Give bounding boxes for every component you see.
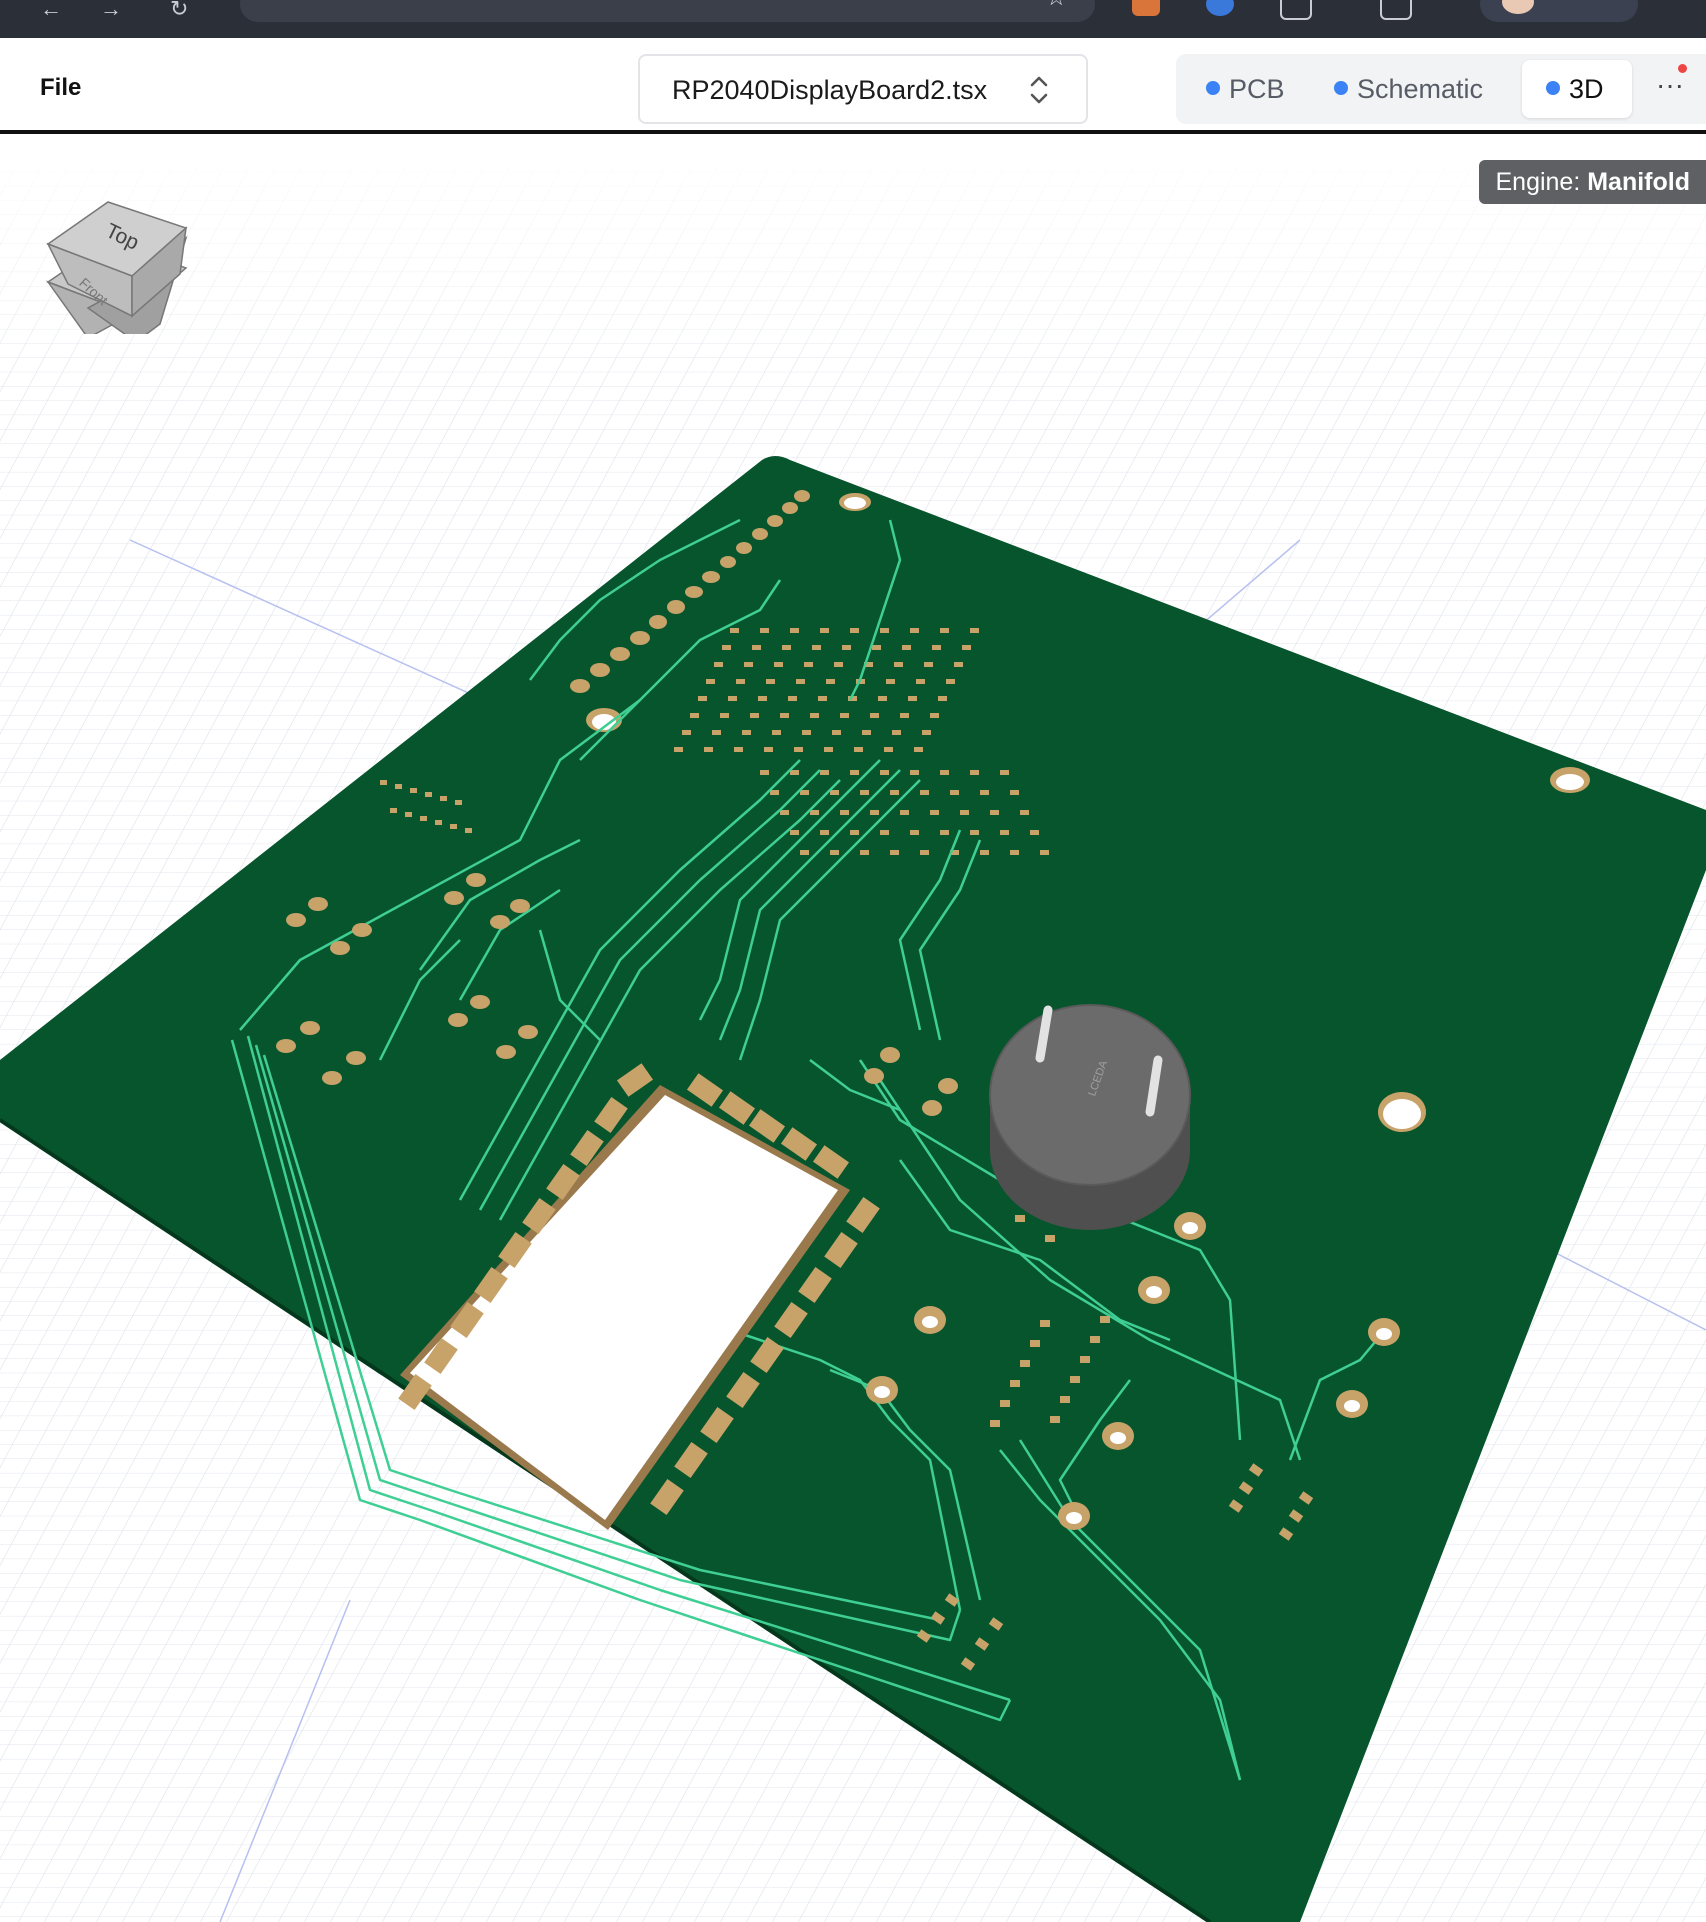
- extension-icon[interactable]: [1280, 0, 1312, 20]
- app-toolbar: File RP2040DisplayBoard2.tsx PCB Schemat…: [0, 38, 1706, 134]
- engine-name: Manifold: [1587, 168, 1690, 196]
- mounting-hole: [1378, 1092, 1426, 1132]
- extension-icon[interactable]: [1132, 0, 1160, 16]
- forward-icon[interactable]: →: [100, 0, 122, 22]
- tab-pcb[interactable]: PCB: [1206, 60, 1306, 118]
- bookmark-star-icon[interactable]: ☆: [1045, 0, 1067, 10]
- tab-label: 3D: [1569, 74, 1604, 104]
- reload-icon[interactable]: ↻: [170, 0, 188, 22]
- tab-label: Schematic: [1357, 74, 1484, 104]
- file-name: RP2040DisplayBoard2.tsx: [672, 75, 988, 105]
- file-selector[interactable]: RP2040DisplayBoard2.tsx: [638, 54, 1088, 124]
- file-menu[interactable]: File: [40, 74, 81, 102]
- tab-3d[interactable]: 3D: [1522, 60, 1632, 118]
- avatar: [1502, 0, 1534, 14]
- profile-button[interactable]: [1480, 0, 1638, 22]
- mounting-hole: [1550, 767, 1590, 793]
- address-bar[interactable]: ☆: [240, 0, 1095, 22]
- more-options-button[interactable]: ···: [1650, 71, 1690, 106]
- tab-schematic[interactable]: Schematic: [1334, 60, 1504, 118]
- engine-badge: Engine: Manifold: [1479, 160, 1706, 204]
- browser-chrome: ← → ↻ ☆: [0, 0, 1706, 38]
- view-cube[interactable]: Top Front: [40, 184, 200, 334]
- status-dot: [1334, 81, 1348, 95]
- engine-label: Engine:: [1495, 168, 1581, 196]
- mounting-hole: [839, 493, 871, 511]
- tab-label: PCB: [1229, 74, 1285, 104]
- back-icon[interactable]: ←: [40, 0, 62, 22]
- status-dot: [1206, 81, 1220, 95]
- 3d-viewport[interactable]: LCEDA Top Front Engine: Manifold: [0, 138, 1706, 1922]
- extension-icon[interactable]: [1206, 0, 1234, 16]
- status-dot: [1546, 81, 1560, 95]
- pcb-3d-scene[interactable]: LCEDA: [0, 138, 1706, 1922]
- chevron-up-down-icon: [1030, 76, 1048, 104]
- extension-icon[interactable]: [1380, 0, 1412, 20]
- buzzer-component[interactable]: LCEDA: [989, 1004, 1191, 1230]
- view-tabs: PCB Schematic 3D ···: [1176, 54, 1706, 124]
- notification-dot: [1678, 64, 1687, 73]
